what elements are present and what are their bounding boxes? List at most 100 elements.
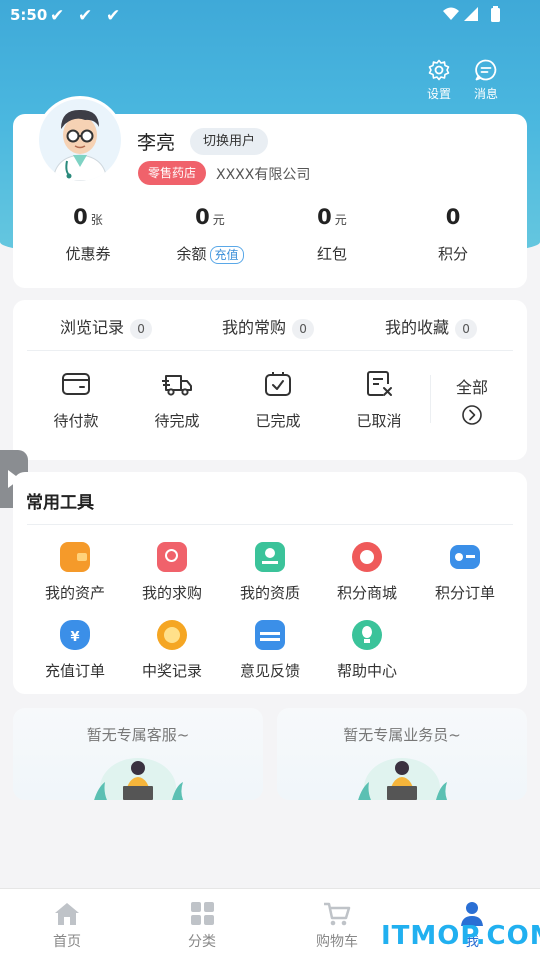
customer-service-illustration	[94, 758, 184, 800]
customer-service-card[interactable]: 暂无专属客服~	[13, 708, 263, 800]
messages-button[interactable]: 消息	[463, 58, 509, 102]
balance-unit: 元	[212, 213, 225, 227]
order-completed-label: 已完成	[255, 412, 301, 430]
doc-cancel-icon	[367, 371, 392, 396]
favorites-count: 0	[455, 319, 478, 339]
red-packet-stat[interactable]: 0元 红包	[282, 205, 382, 264]
wallet-icon	[62, 373, 90, 395]
tool-prize-records[interactable]: 中奖记录	[123, 620, 221, 681]
tool-points-mall[interactable]: 积分商城	[318, 542, 416, 603]
tool-points-orders[interactable]: 积分订单	[416, 542, 514, 603]
all-orders-button[interactable]: 全部	[422, 374, 522, 438]
lightbulb-icon	[352, 620, 382, 650]
balance-stat[interactable]: 0元 余额 充值	[160, 205, 260, 264]
wallet-icon	[60, 542, 90, 572]
tool-help-center[interactable]: 帮助中心	[318, 620, 416, 681]
points-count: 0	[445, 205, 461, 229]
tool-feedback-label: 意见反馈	[239, 662, 300, 680]
frequent-purchases-link[interactable]: 我的常购 0	[222, 314, 315, 339]
check-icon: ✔	[106, 6, 121, 26]
tab-category[interactable]: 分类	[157, 901, 247, 951]
money-bag-icon: ¥	[60, 620, 90, 650]
switch-user-button[interactable]: 切换用户	[190, 128, 269, 155]
tab-cart-label: 购物车	[316, 934, 358, 950]
coupon-stat[interactable]: 0张 优惠券	[38, 205, 138, 264]
search-bag-icon	[157, 542, 187, 572]
settings-label: 设置	[426, 87, 451, 101]
order-cancelled[interactable]: 已取消	[329, 370, 429, 431]
truck-icon	[162, 375, 192, 396]
store-type-badge: 零售药店	[138, 161, 207, 185]
frequent-purchases-count: 0	[292, 319, 315, 339]
coupon-unit: 张	[90, 213, 103, 227]
browse-history-label: 浏览记录	[60, 318, 125, 337]
watermark: ITMOP.COM	[381, 921, 540, 951]
order-cancelled-label: 已取消	[356, 412, 402, 430]
red-packet-unit: 元	[334, 213, 347, 227]
settings-button[interactable]: 设置	[416, 58, 462, 102]
favorites-label: 我的收藏	[385, 318, 450, 337]
balance-label: 余额	[176, 245, 207, 263]
tool-points-mall-label: 积分商城	[336, 584, 397, 602]
tool-feedback[interactable]: 意见反馈	[221, 620, 319, 681]
certificate-icon	[255, 542, 285, 572]
medal-icon	[352, 542, 382, 572]
feedback-icon	[255, 620, 285, 650]
wifi-signal-battery-icon	[443, 6, 500, 22]
order-completed[interactable]: 已完成	[228, 370, 328, 431]
favorites-link[interactable]: 我的收藏 0	[385, 314, 478, 339]
points-stat[interactable]: 0 积分	[403, 205, 503, 264]
tool-my-requests[interactable]: 我的求购	[123, 542, 221, 603]
divider	[27, 350, 513, 351]
tool-recharge-orders-label: 充值订单	[44, 662, 105, 680]
check-icon: ✔	[50, 6, 65, 26]
tab-cart[interactable]: 购物车	[292, 901, 382, 951]
red-packet-label: 红包	[316, 245, 347, 263]
customer-service-text: 暂无专属客服~	[86, 726, 190, 744]
tab-category-label: 分类	[188, 934, 216, 950]
cart-icon	[324, 902, 351, 926]
salesperson-card[interactable]: 暂无专属业务员~	[277, 708, 527, 800]
home-icon	[55, 903, 79, 925]
gear-icon	[428, 59, 450, 81]
messages-label: 消息	[473, 87, 498, 101]
all-orders-label: 全部	[455, 378, 488, 397]
recharge-button[interactable]: 充值	[209, 246, 244, 264]
doctor-avatar-icon	[52, 109, 108, 181]
tab-home[interactable]: 首页	[22, 901, 112, 951]
check-icon: ✔	[78, 6, 93, 26]
avatar[interactable]	[36, 96, 124, 184]
salesperson-illustration	[358, 758, 448, 800]
coupon-count: 0	[73, 205, 88, 229]
divider	[27, 524, 513, 525]
salesperson-text: 暂无专属业务员~	[343, 726, 461, 744]
tool-my-qualifications[interactable]: 我的资质	[221, 542, 319, 603]
order-pending-payment-label: 待付款	[53, 412, 99, 430]
order-in-progress-label: 待完成	[154, 412, 200, 430]
frequent-purchases-label: 我的常购	[222, 318, 287, 337]
tool-prize-records-label: 中奖记录	[141, 662, 202, 680]
browse-history-link[interactable]: 浏览记录 0	[60, 314, 153, 339]
card-icon	[450, 545, 480, 569]
tool-points-orders-label: 积分订单	[434, 584, 495, 602]
grid-icon	[191, 902, 214, 925]
status-time: 5:50	[10, 6, 48, 24]
browse-history-count: 0	[130, 319, 153, 339]
balance-amount: 0	[195, 205, 210, 229]
order-in-progress[interactable]: 待完成	[127, 370, 227, 431]
tab-home-label: 首页	[53, 934, 81, 950]
system-status-icons	[442, 5, 508, 27]
company-name: XXXX有限公司	[216, 167, 311, 183]
tool-recharge-orders[interactable]: ¥ 充值订单	[26, 620, 124, 681]
tool-my-assets-label: 我的资产	[44, 584, 105, 602]
points-label: 积分	[437, 245, 468, 263]
tools-title: 常用工具	[26, 493, 94, 513]
tool-my-requests-label: 我的求购	[141, 584, 202, 602]
message-icon	[475, 59, 497, 81]
user-name: 李亮	[137, 132, 176, 154]
status-bar: 5:50 ✔ ✔ ✔	[0, 0, 540, 32]
order-pending-payment[interactable]: 待付款	[26, 370, 126, 431]
coupon-label: 优惠券	[65, 245, 111, 263]
tool-my-assets[interactable]: 我的资产	[26, 542, 124, 603]
prize-icon	[157, 620, 187, 650]
